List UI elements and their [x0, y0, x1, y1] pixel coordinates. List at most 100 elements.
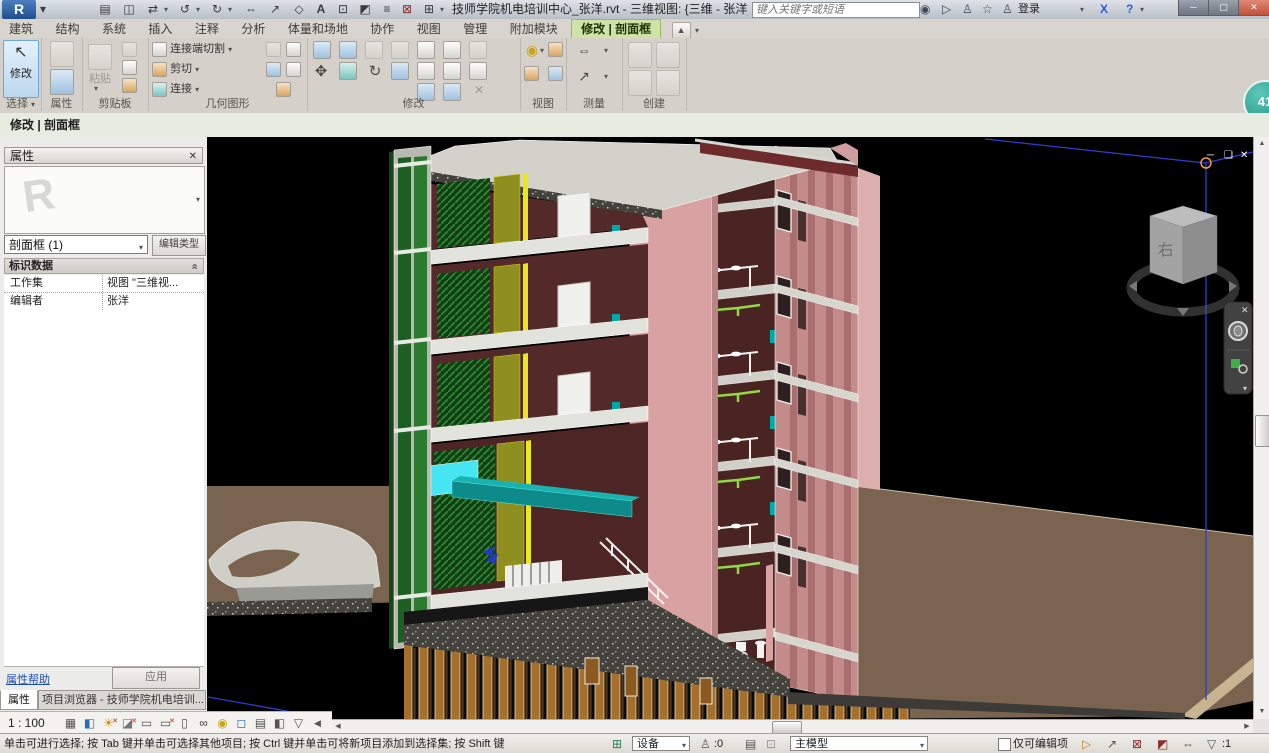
exchange-apps-icon[interactable]: X: [1100, 0, 1108, 19]
measure-dropdown-icon[interactable]: ▾: [604, 46, 608, 55]
tab-systems[interactable]: 系统: [93, 20, 135, 39]
match-type-icon[interactable]: [122, 78, 137, 93]
wall-joins-icon[interactable]: [266, 42, 281, 57]
view-window-buttons[interactable]: ─ ❏ ✕: [1206, 150, 1248, 161]
tab-analyze[interactable]: 分析: [232, 20, 274, 39]
beam-cope-icon[interactable]: [266, 62, 281, 77]
exclude-options-icon[interactable]: ⊡: [766, 734, 776, 753]
thin-lines-icon[interactable]: ≡: [378, 0, 396, 19]
array-icon[interactable]: [417, 62, 435, 80]
select-pinned-icon[interactable]: ⊠: [1132, 734, 1142, 753]
tab-manage[interactable]: 管理: [454, 20, 496, 39]
switch-windows-icon[interactable]: ⊞: [420, 0, 438, 19]
crop-view-icon[interactable]: ▭✕: [157, 714, 174, 732]
thin-lines-toggle-icon[interactable]: [548, 66, 563, 81]
delete-x-icon[interactable]: ✕: [469, 83, 489, 97]
cut-geometry-tool[interactable]: 剪切 ▾: [152, 60, 199, 78]
tab-massing-site[interactable]: 体量和场地: [279, 20, 357, 39]
analytical-model-icon[interactable]: ◧: [271, 714, 288, 732]
measure-icon[interactable]: ⇔: [242, 0, 260, 19]
save-icon[interactable]: ◫: [120, 0, 138, 19]
redo-dropdown-icon[interactable]: ▾: [226, 0, 234, 19]
signin-label[interactable]: 登录: [1018, 0, 1040, 19]
tab-project-browser[interactable]: 项目浏览器 - 技师学院机电培训...: [38, 690, 206, 710]
view-minimize-icon[interactable]: ─: [1206, 150, 1215, 161]
create-parts-icon[interactable]: [628, 70, 652, 96]
worksets-icon[interactable]: ⊞: [612, 734, 622, 753]
drawing-area[interactable]: 右 ✕ ▾ ─ ❏ ✕: [207, 137, 1253, 719]
tab-modify-section-box[interactable]: 修改 | 剖面框: [571, 19, 661, 38]
design-option-select[interactable]: 主模型 ▾: [790, 736, 928, 751]
close-hidden-windows-icon[interactable]: ⊠: [398, 0, 416, 19]
minimize-button[interactable]: ─: [1178, 0, 1209, 16]
panel-properties-label[interactable]: 属性: [41, 98, 82, 111]
type-selector[interactable]: 剖面框 (1) ▾: [4, 235, 148, 254]
person-icon[interactable]: ♙: [962, 0, 973, 19]
copy-element-icon[interactable]: [339, 62, 357, 80]
vertical-scrollbar[interactable]: ▲ ▼: [1253, 137, 1269, 719]
vertical-scroll-thumb[interactable]: [1255, 415, 1269, 447]
offset-icon[interactable]: [286, 62, 301, 77]
pin-icon[interactable]: [469, 62, 487, 80]
ribbon-state-dropdown-icon[interactable]: ▾: [695, 26, 699, 35]
properties-help-link[interactable]: 属性帮助: [6, 671, 50, 687]
mirror-axis-icon[interactable]: [365, 41, 383, 59]
temporary-view-properties-icon[interactable]: ◻: [233, 714, 250, 732]
scroll-right-icon[interactable]: ▶: [1241, 720, 1253, 733]
split-element-icon[interactable]: [417, 41, 435, 59]
trim-extend-icon[interactable]: [391, 62, 409, 80]
scroll-down-icon[interactable]: ▼: [1254, 705, 1269, 719]
reveal-constraints-icon[interactable]: ▽: [290, 714, 307, 732]
select-link-icon[interactable]: ▷: [1082, 734, 1091, 753]
view-close-icon[interactable]: ✕: [1240, 150, 1248, 161]
qat-customize-icon[interactable]: ▾: [438, 0, 446, 19]
shadows-icon[interactable]: ◪✕: [119, 714, 136, 732]
property-row-workset[interactable]: 工作集 视图 "三维视...: [4, 275, 204, 293]
signin-person-icon[interactable]: ♙: [1002, 0, 1013, 19]
editable-only-checkbox[interactable]: [998, 738, 1011, 751]
design-options-icon[interactable]: ▤: [745, 734, 756, 753]
tab-properties-palette[interactable]: 属性: [0, 690, 38, 710]
filter-icon[interactable]: ▽: [1207, 734, 1216, 753]
tab-annotate[interactable]: 注释: [186, 20, 228, 39]
split-gap-icon[interactable]: [443, 41, 461, 59]
tab-view[interactable]: 视图: [408, 20, 450, 39]
offset-copy-icon[interactable]: [339, 41, 357, 59]
section-icon[interactable]: ◩: [356, 0, 374, 19]
copy-icon[interactable]: [122, 60, 137, 75]
properties-grid-icon[interactable]: [50, 41, 74, 67]
lightbulb-icon[interactable]: ◉: [524, 42, 540, 59]
row-value[interactable]: 张洋: [102, 293, 200, 310]
favorites-icon[interactable]: ☆: [982, 0, 993, 19]
undo-dropdown-icon[interactable]: ▾: [194, 0, 202, 19]
create-group-icon[interactable]: [628, 42, 652, 68]
undo-icon[interactable]: ↺: [176, 0, 194, 19]
select-by-face-icon[interactable]: ◩: [1157, 734, 1168, 753]
detail-level-icon[interactable]: ▦: [62, 714, 79, 732]
palette-close-icon[interactable]: ✕: [189, 148, 197, 165]
tab-insert[interactable]: 插入: [139, 20, 181, 39]
sync-icon[interactable]: ⇄: [144, 0, 162, 19]
demolish-icon[interactable]: [286, 42, 301, 57]
application-menu-button[interactable]: R: [2, 0, 36, 19]
properties-palette-icon[interactable]: [50, 69, 74, 95]
navigation-bar[interactable]: ✕ ▾: [1224, 302, 1252, 394]
temporary-hide-isolate-icon[interactable]: ∞: [195, 714, 212, 732]
default-3d-view-icon[interactable]: ⊡: [334, 0, 352, 19]
section-collapse-icon[interactable]: «: [186, 263, 201, 269]
tab-structure[interactable]: 结构: [46, 20, 88, 39]
scroll-left-icon[interactable]: ◀: [332, 720, 344, 733]
infocenter-search-input[interactable]: [752, 2, 920, 18]
property-row-edited-by[interactable]: 编辑者 张洋: [4, 293, 204, 311]
editable-elements-icon[interactable]: ♙: [700, 734, 711, 753]
join-geometry-tool[interactable]: 连接 ▾: [152, 80, 199, 98]
preview-dropdown-icon[interactable]: ▾: [196, 195, 200, 204]
join-end-cut-tool[interactable]: 连接端切割 ▾: [152, 40, 232, 58]
horizontal-scrollbar[interactable]: ◀ ▶: [332, 719, 1253, 733]
ribbon-state-toggle[interactable]: ▲: [672, 22, 691, 39]
worksharing-display-icon[interactable]: ▤: [252, 714, 269, 732]
create-similar-icon[interactable]: [656, 70, 680, 96]
zoom-icon[interactable]: [1231, 359, 1240, 368]
text-icon[interactable]: A: [312, 0, 330, 19]
show-crop-region-icon[interactable]: ▯: [176, 714, 193, 732]
